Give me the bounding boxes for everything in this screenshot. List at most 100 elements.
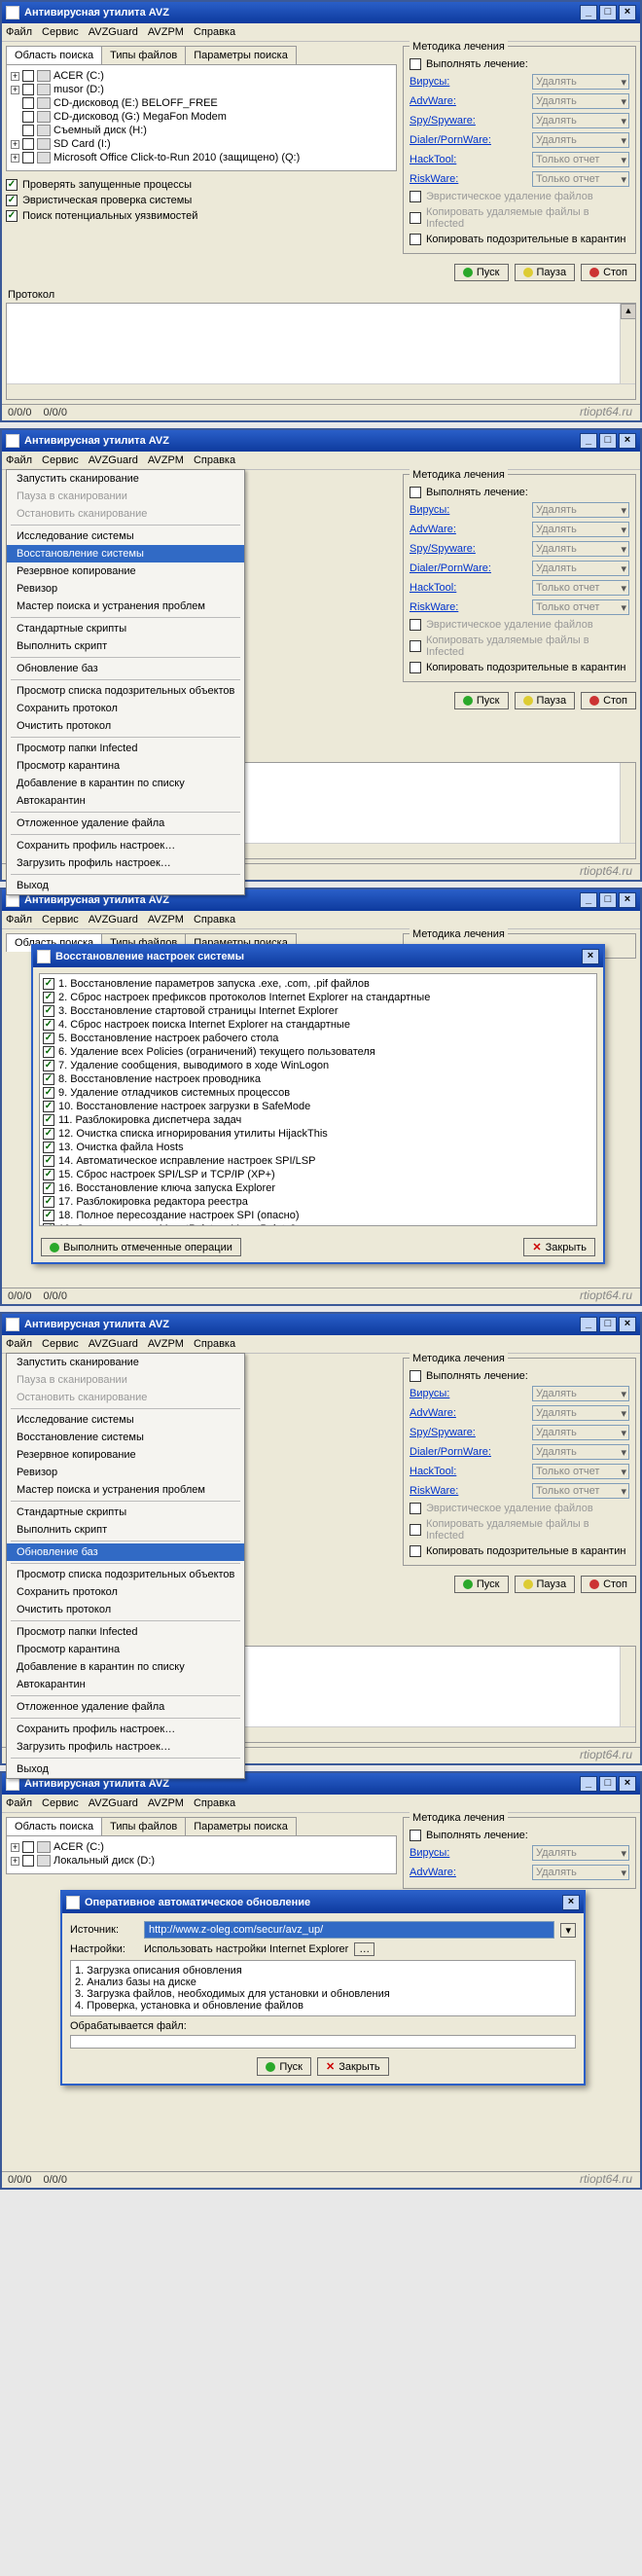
restore-item[interactable]: 17. Разблокировка редактора реестра [43, 1195, 593, 1209]
menu-autoquarantine[interactable]: Автокарантин [7, 792, 244, 810]
tab-params[interactable]: Параметры поиска [185, 46, 297, 64]
menu-exit[interactable]: Выход [7, 877, 244, 894]
menu-sys-restore[interactable]: Восстановление системы [7, 545, 244, 562]
menu-avzpm[interactable]: AVZPM [148, 26, 184, 38]
drive-item[interactable]: +ACER (C:) [11, 69, 392, 83]
menu-help[interactable]: Справка [194, 26, 235, 38]
menu-view-quarantine[interactable]: Просмотр карантина [7, 757, 244, 775]
menu-clear-protocol[interactable]: Очистить протокол [7, 717, 244, 735]
pause-button[interactable]: Пауза [515, 1576, 576, 1593]
dialog-titlebar[interactable]: Оперативное автоматическое обновление × [62, 1892, 584, 1913]
menu-revisor[interactable]: Ревизор [7, 580, 244, 598]
settings-edit[interactable]: … [354, 1942, 374, 1956]
drive-item[interactable]: CD-дисковод (E:) BELOFF_FREE [11, 96, 392, 110]
drive-checkbox[interactable] [22, 152, 34, 163]
menu-file[interactable]: Файл [6, 454, 32, 466]
start-button[interactable]: Пуск [454, 264, 509, 281]
link-hacktool[interactable]: HackTool: [410, 154, 456, 165]
link-advware[interactable]: AdvWare: [410, 95, 456, 107]
menu-sys-research[interactable]: Исследование системы [7, 527, 244, 545]
minimize-button[interactable]: _ [580, 5, 597, 20]
titlebar[interactable]: Антивирусная утилита AVZ _□× [2, 430, 640, 452]
restore-item[interactable]: 13. Очистка файла Hosts [43, 1141, 593, 1154]
restore-item[interactable]: 18. Полное пересоздание настроек SPI (оп… [43, 1209, 593, 1222]
check-copy-quarantine[interactable] [410, 234, 421, 245]
combo-viruses[interactable]: Удалять [532, 74, 629, 90]
menu-run-script[interactable]: Выполнить скрипт [7, 637, 244, 655]
restore-item[interactable]: 5. Восстановление настроек рабочего стол… [43, 1032, 593, 1045]
run-operations-button[interactable]: Выполнить отмеченные операции [41, 1238, 241, 1256]
maximize-button[interactable]: □ [599, 5, 617, 20]
combo-hacktool[interactable]: Только отчет [532, 152, 629, 167]
drive-checkbox[interactable] [22, 97, 34, 109]
restore-item[interactable]: 12. Очистка списка игнорирования утилиты… [43, 1127, 593, 1141]
scrollbar-horizontal[interactable] [7, 383, 635, 399]
drive-item[interactable]: Съемный диск (H:) [11, 124, 392, 137]
combo-spyware[interactable]: Удалять [532, 113, 629, 128]
expand-icon[interactable]: + [11, 140, 19, 149]
menu-start-scan[interactable]: Запустить сканирование [7, 470, 244, 488]
start-button[interactable]: Пуск [454, 692, 509, 709]
link-spyware[interactable]: Spy/Spyware: [410, 115, 476, 127]
close-button[interactable]: × [619, 433, 636, 449]
drive-checkbox[interactable] [22, 138, 34, 150]
titlebar[interactable]: Антивирусная утилита AVZ _ □ × [2, 2, 640, 23]
menu-std-scripts[interactable]: Стандартные скрипты [7, 620, 244, 637]
drive-checkbox[interactable] [22, 125, 34, 136]
tab-types[interactable]: Типы файлов [101, 46, 186, 64]
check-heuristic[interactable] [6, 195, 18, 206]
drive-item[interactable]: +Microsoft Office Click-to-Run 2010 (защ… [11, 151, 392, 164]
close-button[interactable]: × [619, 5, 636, 20]
check-vuln[interactable] [6, 210, 18, 222]
combo-riskware[interactable]: Только отчет [532, 171, 629, 187]
restore-item[interactable]: 19. Очистить ключи MountPoints и MountPo… [43, 1222, 593, 1226]
menu-load-profile[interactable]: Загрузить профиль настроек… [7, 854, 244, 872]
close-dialog-button[interactable]: ✕Закрыть [523, 1238, 595, 1256]
menu-update-db[interactable]: Обновление баз [7, 660, 244, 677]
stop-button[interactable]: Стоп [581, 264, 636, 281]
drive-item[interactable]: +SD Card (I:) [11, 137, 392, 151]
restore-item[interactable]: 6. Удаление всех Policies (ограничений) … [43, 1045, 593, 1059]
menu-file[interactable]: Файл [6, 26, 32, 38]
restore-item[interactable]: 10. Восстановление настроек загрузки в S… [43, 1100, 593, 1113]
source-input[interactable]: http://www.z-oleg.com/secur/avz_up/ [144, 1921, 554, 1939]
start-button[interactable]: Пуск [454, 1576, 509, 1593]
restore-item[interactable]: 11. Разблокировка диспетчера задач [43, 1113, 593, 1127]
maximize-button[interactable]: □ [599, 433, 617, 449]
menu-delayed-delete[interactable]: Отложенное удаление файла [7, 815, 244, 832]
restore-item[interactable]: 15. Сброс настроек SPI/LSP и TCP/IP (XP+… [43, 1168, 593, 1181]
drive-item[interactable]: +musor (D:) [11, 83, 392, 96]
dialog-close[interactable]: × [562, 1895, 580, 1910]
dialog-titlebar[interactable]: Восстановление настроек системы × [33, 946, 603, 967]
drive-checkbox[interactable] [22, 84, 34, 95]
pause-button[interactable]: Пауза [515, 264, 576, 281]
restore-item[interactable]: 3. Восстановление стартовой страницы Int… [43, 1004, 593, 1018]
drive-checkbox[interactable] [22, 111, 34, 123]
menu-save-protocol[interactable]: Сохранить протокол [7, 700, 244, 717]
restore-item[interactable]: 9. Удаление отладчиков системных процесс… [43, 1086, 593, 1100]
restore-item[interactable]: 8. Восстановление настроек проводника [43, 1072, 593, 1086]
menu-view-infected[interactable]: Просмотр папки Infected [7, 740, 244, 757]
check-running[interactable] [6, 179, 18, 191]
restore-item[interactable]: 4. Сброс настроек поиска Internet Explor… [43, 1018, 593, 1032]
restore-item[interactable]: 16. Восстановление ключа запуска Explore… [43, 1181, 593, 1195]
check-perform[interactable] [410, 58, 421, 70]
restore-item[interactable]: 2. Сброс настроек префиксов протоколов I… [43, 991, 593, 1004]
combo-dialer[interactable]: Удалять [532, 132, 629, 148]
combo-advware[interactable]: Удалять [532, 93, 629, 109]
menu-save-profile[interactable]: Сохранить профиль настроек… [7, 837, 244, 854]
expand-icon[interactable]: + [11, 154, 19, 163]
restore-item[interactable]: 14. Автоматическое исправление настроек … [43, 1154, 593, 1168]
menu-view-suspicious[interactable]: Просмотр списка подозрительных объектов [7, 682, 244, 700]
check-perform[interactable] [410, 487, 421, 498]
link-viruses[interactable]: Вирусы: [410, 76, 449, 88]
menu-add-quarantine[interactable]: Добавление в карантин по списку [7, 775, 244, 792]
drive-checkbox[interactable] [22, 70, 34, 82]
menu-update-db[interactable]: Обновление баз [7, 1543, 244, 1561]
drive-item[interactable]: CD-дисковод (G:) MegaFon Modem [11, 110, 392, 124]
tab-scope[interactable]: Область поиска [6, 46, 102, 64]
menu-troubleshoot[interactable]: Мастер поиска и устранения проблем [7, 598, 244, 615]
menu-backup[interactable]: Резервное копирование [7, 562, 244, 580]
stop-button[interactable]: Стоп [581, 1576, 636, 1593]
menu-service[interactable]: Сервис [42, 26, 79, 38]
